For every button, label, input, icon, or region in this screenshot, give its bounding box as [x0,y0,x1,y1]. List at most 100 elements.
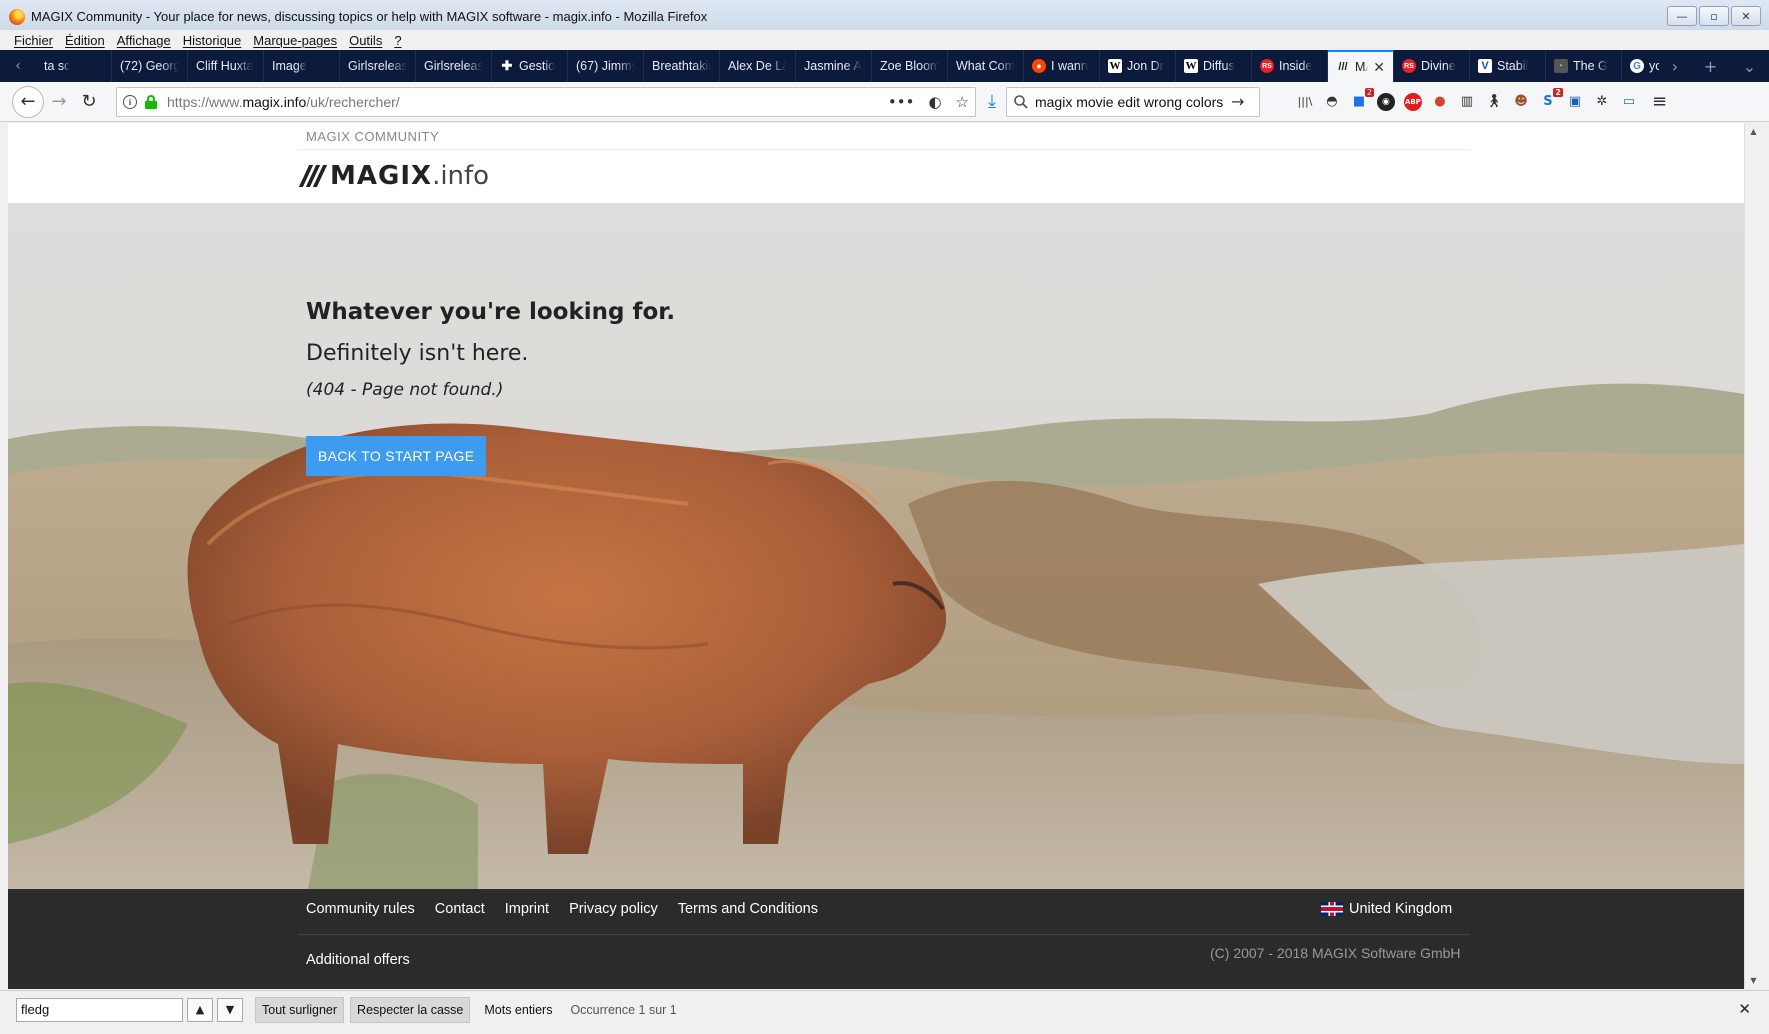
page-actions-icon[interactable]: ••• [888,93,915,111]
close-window-button[interactable]: ✕ [1731,6,1761,26]
monkey-icon[interactable]: ☻ [1512,93,1530,111]
tab-label: Girlsreleas [424,59,483,73]
whole-words-toggle[interactable]: Mots entiers [478,1003,558,1017]
error-message: Whatever you're looking for. Definitely … [306,299,675,400]
notification-extension-icon[interactable]: ■ 2 [1350,87,1374,111]
tab-label: What Com [956,59,1015,73]
tab-label: Jon Dr [1127,59,1164,73]
s-extension-icon[interactable]: S2 [1539,87,1563,111]
tab-11[interactable]: Zoe Bloom [872,50,948,82]
tab-label: Diffus [1203,59,1235,73]
country-selector[interactable]: United Kingdom [1321,901,1452,917]
incognito-mask-icon[interactable]: ◓ [1323,93,1341,111]
scroll-up-arrow-icon[interactable]: ▲ [1745,123,1762,140]
find-previous-button[interactable]: ▲ [187,997,213,1022]
tab-18[interactable]: RS Divine [1394,50,1470,82]
tab-2[interactable]: Cliff Huxta [188,50,264,82]
back-to-start-page-button[interactable]: BACK TO START PAGE [306,436,487,476]
footer-links: Community rules Contact Imprint Privacy … [306,901,818,917]
lock-icon[interactable] [145,94,157,109]
tab-scroll-left-button[interactable]: ‹ [0,50,36,82]
stick-figure-icon[interactable]: 🚶︎ [1485,93,1503,111]
find-next-button[interactable]: ▼ [217,997,243,1022]
tab-scroll-right-button[interactable]: › [1672,57,1678,76]
footer-link-privacy-policy[interactable]: Privacy policy [569,901,658,917]
tab-19[interactable]: V Stabil [1470,50,1546,82]
page-scrollbar[interactable]: ▲ ▼ [1744,123,1761,989]
firefox-logo-icon [9,8,25,25]
menu-help[interactable]: ? [388,33,407,48]
logo-main-text: MAGIX [330,161,433,191]
screen-icon[interactable]: ▭ [1620,93,1638,111]
adblock-plus-icon[interactable]: ABP [1403,92,1422,111]
save-icon[interactable]: ▣ [1566,93,1584,111]
match-case-toggle[interactable]: Respecter la casse [350,996,471,1023]
reload-button[interactable]: ↻ [74,87,104,117]
pocket-icon[interactable]: ◐ [928,93,941,111]
highlight-all-toggle[interactable]: Tout surligner [255,996,345,1023]
library-icon[interactable]: |||\ [1296,93,1314,111]
community-label[interactable]: MAGIX COMMUNITY [306,129,439,144]
tab-list-dropdown-button[interactable]: ⌄ [1743,57,1756,76]
circle-extension-icon[interactable]: ◉ [1376,92,1395,111]
back-button[interactable]: ← [12,85,44,118]
tab-label: Jasmine A [804,59,862,73]
rs-icon: RS [1402,59,1416,73]
tab-12[interactable]: What Com [948,50,1024,82]
info-icon[interactable]: i [123,94,137,109]
gear-extension-icon[interactable]: ✲ [1593,93,1611,111]
search-go-icon[interactable]: → [1231,92,1244,111]
footer-link-contact[interactable]: Contact [435,901,485,917]
menu-affichage[interactable]: Affichage [111,33,177,48]
menu-fichier[interactable]: Fichier [8,33,59,48]
colorful-dots-icon[interactable]: ● [1431,93,1449,111]
search-input[interactable] [1034,93,1225,110]
tab-5[interactable]: Girlsreleas [416,50,492,82]
tab-21[interactable]: Gyou're [1622,50,1659,82]
tab-7[interactable]: (67) Jimmy [568,50,644,82]
site-footer: Community rules Contact Imprint Privacy … [8,889,1744,989]
bookmark-star-icon[interactable]: ☆ [956,93,969,111]
url-text[interactable]: https://www.magix.info/uk/rechercher/ [167,94,888,110]
additional-offers-link[interactable]: Additional offers [306,952,410,968]
minimize-button[interactable]: — [1667,6,1697,26]
menu-historique[interactable]: Historique [177,33,248,48]
tab-9[interactable]: Alex De La [720,50,796,82]
tab-20[interactable]: ▪ The G [1546,50,1622,82]
menu-outils[interactable]: Outils [343,33,388,48]
tab-10[interactable]: Jasmine A [796,50,872,82]
maximize-button[interactable]: ▫ [1699,6,1729,26]
tab-4[interactable]: Girlsreleas [340,50,416,82]
find-input[interactable] [16,997,183,1022]
new-tab-button[interactable]: + [1704,57,1717,76]
tab-6[interactable]: ✚ Gestio [492,50,568,82]
forward-button[interactable]: → [44,87,74,117]
tab-14[interactable]: W Jon Dr [1100,50,1176,82]
footer-link-terms[interactable]: Terms and Conditions [678,901,818,917]
magix-logo[interactable]: MAGIX.info [298,161,489,191]
tab-1[interactable]: (72) Georg [112,50,188,82]
tab-17[interactable]: /// MA ✕ [1328,50,1394,82]
hamburger-menu-icon[interactable]: ≡ [1652,91,1667,112]
tab-0[interactable]: ta sc [36,50,112,82]
tab-close-icon[interactable]: ✕ [1373,59,1385,76]
reader-view-icon[interactable]: ▥ [1458,93,1476,111]
url-bar[interactable]: i https://www.magix.info/uk/rechercher/ … [116,86,976,117]
tab-15[interactable]: W Diffus [1176,50,1252,82]
find-close-icon[interactable]: ✕ [1738,1000,1751,1018]
scroll-down-arrow-icon[interactable]: ▼ [1745,972,1762,989]
footer-link-imprint[interactable]: Imprint [505,901,549,917]
menu-marque-pages[interactable]: Marque-pages [247,33,343,48]
download-icon[interactable]: ⤓ [988,91,996,112]
tab-13[interactable]: ● I wann [1024,50,1100,82]
menu-edition[interactable]: Édition [59,33,111,48]
tab-label: Alex De La [728,59,787,73]
search-bar[interactable]: → [1005,86,1260,117]
extension-toolbar: |||\ ◓ ■ 2 ◉ ABP ● ▥ 🚶︎ ☻ S2 ▣ ✲ ▭ [1296,87,1638,111]
tab-tools: › + ⌄ [1659,50,1769,82]
tab-8[interactable]: Breathtakin [644,50,720,82]
footer-link-community-rules[interactable]: Community rules [306,901,415,917]
notification-badge: 2 [1364,87,1374,97]
tab-3[interactable]: Image [264,50,340,82]
tab-16[interactable]: RS Inside [1252,50,1328,82]
